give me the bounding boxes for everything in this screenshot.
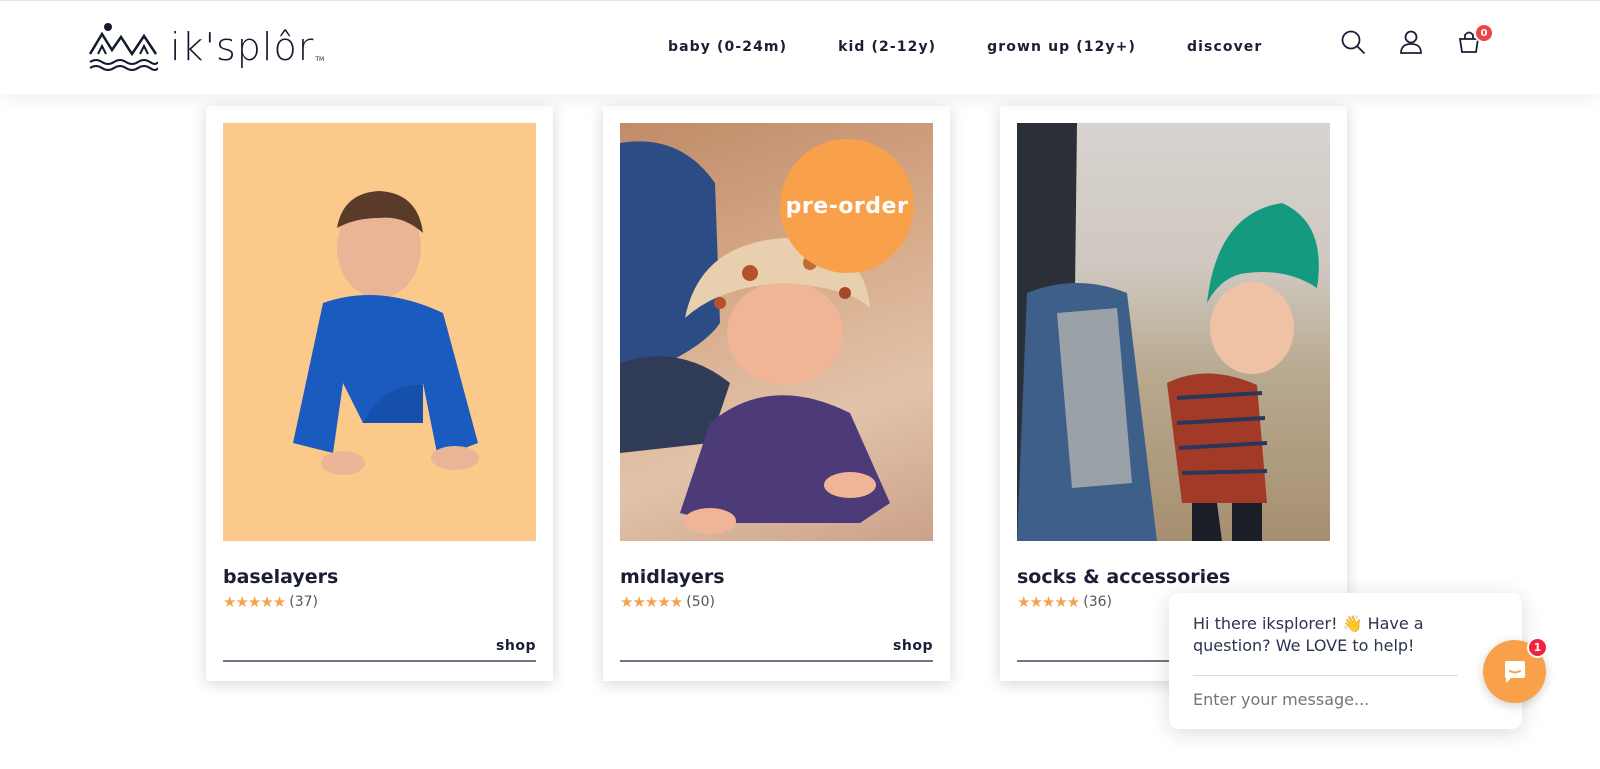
- star-rating-icon: ★★★★★: [620, 593, 683, 611]
- pre-order-badge: pre-order: [780, 139, 914, 273]
- main-nav: baby (0-24m) kid (2-12y) grown up (12y+)…: [668, 39, 1313, 55]
- toddler-backpack-illustration: [1017, 123, 1319, 541]
- shop-link[interactable]: shop: [620, 638, 933, 662]
- category-title[interactable]: midlayers: [620, 566, 933, 588]
- star-rating-icon: ★★★★★: [223, 593, 286, 611]
- review-count: (50): [686, 594, 715, 610]
- review-count: (36): [1083, 594, 1112, 610]
- chat-greeting: Hi there iksplorer! 👋 Have a question? W…: [1193, 614, 1424, 655]
- search-icon[interactable]: [1340, 29, 1370, 59]
- chat-popup: Hi there iksplorer! 👋 Have a question? W…: [1169, 593, 1522, 729]
- cart-icon[interactable]: 0: [1456, 23, 1494, 59]
- category-image-socks-accessories[interactable]: [1017, 123, 1330, 541]
- category-image-midlayers[interactable]: pre-order: [620, 123, 933, 541]
- category-title[interactable]: baselayers: [223, 566, 536, 588]
- star-rating-icon: ★★★★★: [1017, 593, 1080, 611]
- chat-message-input[interactable]: [1193, 690, 1458, 709]
- category-image-baselayers[interactable]: [223, 123, 536, 541]
- brand-logo[interactable]: ik'splôr TM: [88, 19, 324, 75]
- rating: ★★★★★ (37): [223, 593, 536, 611]
- chat-divider: [1193, 675, 1458, 676]
- brand-trademark: TM: [315, 56, 325, 63]
- chat-unread-badge: 1: [1527, 637, 1548, 658]
- category-card-midlayers[interactable]: pre-order midlayers ★★★★★ (50) shop: [603, 106, 950, 681]
- nav-item-grown-up[interactable]: grown up (12y+): [987, 39, 1136, 55]
- header-icons: 0: [1340, 23, 1514, 59]
- shop-link[interactable]: shop: [223, 638, 536, 662]
- cart-count-badge: 0: [1474, 23, 1494, 43]
- category-title[interactable]: socks & accessories: [1017, 566, 1330, 588]
- nav-item-baby[interactable]: baby (0-24m): [668, 39, 787, 55]
- user-icon[interactable]: [1398, 29, 1428, 59]
- baby-crawling-illustration: [293, 191, 479, 475]
- nav-item-discover[interactable]: discover: [1187, 39, 1262, 55]
- review-count: (37): [289, 594, 318, 610]
- category-card-baselayers[interactable]: baselayers ★★★★★ (37) shop: [206, 106, 553, 681]
- brand-name: ik'splôr: [170, 25, 315, 69]
- chat-bubble-icon: [1504, 660, 1525, 683]
- nav-item-kid[interactable]: kid (2-12y): [838, 39, 936, 55]
- mountain-logo-icon: [88, 23, 158, 71]
- rating: ★★★★★ (50): [620, 593, 933, 611]
- site-header: ik'splôr TM baby (0-24m) kid (2-12y) gro…: [0, 0, 1600, 94]
